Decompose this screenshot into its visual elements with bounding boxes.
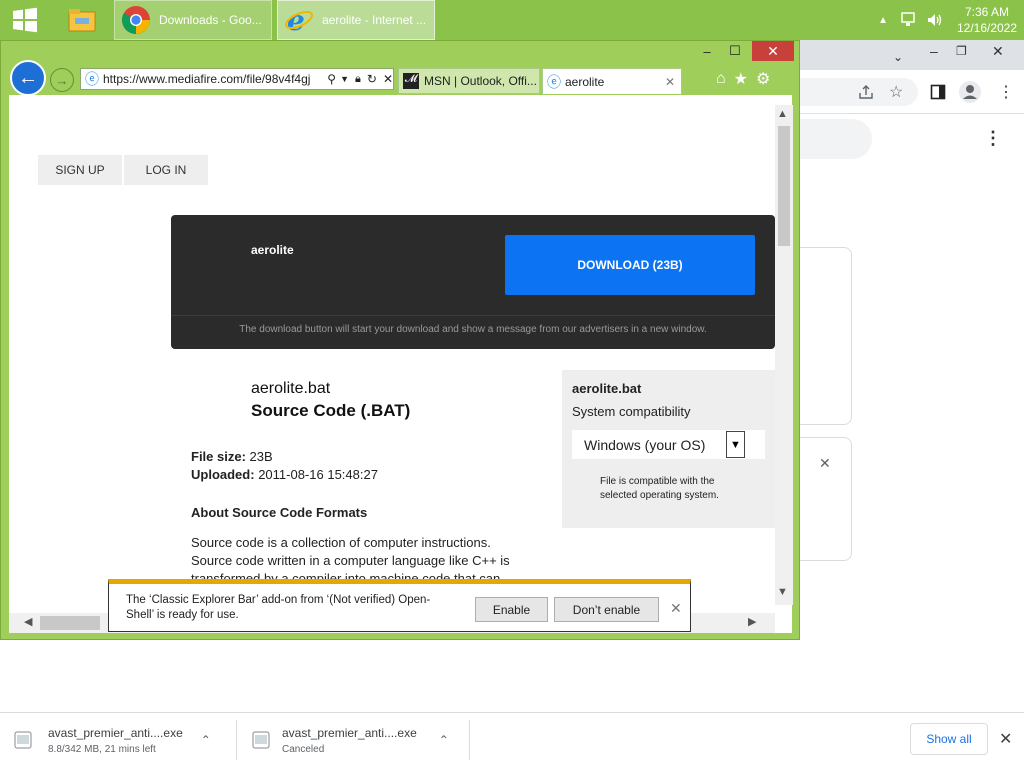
- tray-overflow-icon[interactable]: ▲: [878, 15, 888, 26]
- scroll-left-icon[interactable]: ◀: [24, 615, 32, 628]
- taskbar-internet-explorer[interactable]: e aerolite - Internet ...: [277, 0, 435, 40]
- windows-logo-icon: [13, 7, 37, 33]
- clock[interactable]: 7:36 AM 12/16/2022: [950, 4, 1024, 36]
- downloads-more-icon[interactable]: ⋮: [984, 128, 1002, 149]
- chrome-menu-icon[interactable]: ⋮: [998, 82, 1014, 102]
- uploaded-row: Uploaded: 2011-08-16 15:48:27: [191, 467, 378, 482]
- close-notification-icon[interactable]: ✕: [670, 600, 684, 616]
- taskbar-ie-label: aerolite - Internet ...: [322, 13, 427, 27]
- chrome-tab-strip: [798, 40, 1024, 70]
- ie-tab-aerolite[interactable]: ⓔ aerolite ✕: [542, 68, 682, 94]
- chrome-minimize-button[interactable]: –: [930, 43, 938, 59]
- exe-file-icon: [252, 731, 270, 749]
- remove-download-icon[interactable]: ✕: [819, 455, 831, 472]
- sign-up-button[interactable]: SIGN UP: [38, 155, 122, 185]
- clock-time: 7:36 AM: [964, 5, 1010, 19]
- lock-icon[interactable]: 🔒︎: [355, 73, 361, 86]
- scroll-up-icon[interactable]: ▲: [777, 108, 788, 120]
- log-in-button[interactable]: LOG IN: [124, 155, 208, 185]
- enable-button[interactable]: Enable: [475, 597, 548, 622]
- stop-icon[interactable]: ✕: [383, 72, 393, 86]
- folder-icon: [68, 9, 96, 32]
- back-button[interactable]: ←: [10, 60, 46, 96]
- ie-minimize-button[interactable]: –: [692, 41, 722, 61]
- ie-maximize-button[interactable]: ☐: [720, 41, 750, 61]
- favorites-star-icon[interactable]: ★: [734, 69, 748, 89]
- ie-toolbar: ⌂ ★ ⚙: [716, 68, 770, 90]
- download-status: 8.8/342 MB, 21 mins left: [48, 743, 156, 755]
- notification-text: The ‘Classic Explorer Bar’ add-on from ‘…: [126, 594, 431, 621]
- share-icon[interactable]: [858, 84, 874, 100]
- ie-tab-label: MSN | Outlook, Offi...: [424, 74, 537, 88]
- internet-explorer-icon: e: [285, 5, 313, 35]
- horizontal-scroll-thumb[interactable]: [40, 616, 100, 630]
- uploaded-value: 2011-08-16 15:48:27: [258, 467, 378, 482]
- file-name: aerolite.bat: [251, 380, 331, 397]
- refresh-icon[interactable]: ↻: [367, 72, 377, 86]
- close-shelf-icon[interactable]: ✕: [999, 729, 1012, 749]
- download-filename: avast_premier_anti....exe: [282, 725, 417, 740]
- scroll-right-icon[interactable]: ▶: [748, 615, 756, 628]
- vertical-scroll-thumb[interactable]: [778, 126, 790, 246]
- chrome-tab-search-icon[interactable]: ⌄: [893, 50, 903, 64]
- home-icon[interactable]: ⌂: [716, 70, 726, 88]
- file-type: Source Code (.BAT): [251, 401, 411, 420]
- compat-file-name: aerolite.bat: [572, 381, 642, 396]
- file-size-label: File size:: [191, 449, 246, 464]
- download-item[interactable]: avast_premier_anti....exe Canceled ⌃: [252, 712, 468, 768]
- ie-close-button[interactable]: ✕: [752, 41, 794, 61]
- address-url: https://www.mediafire.com/file/98v4f4gj: [103, 72, 311, 86]
- chrome-close-button[interactable]: ✕: [992, 43, 1004, 60]
- divider: [469, 720, 470, 760]
- scroll-down-icon[interactable]: ▼: [777, 586, 788, 598]
- compat-label: System compatibility: [572, 404, 691, 419]
- download-file-title: aerolite: [251, 243, 294, 257]
- download-button[interactable]: DOWNLOAD (23B): [505, 235, 755, 295]
- downloads-search-bar[interactable]: [798, 119, 872, 159]
- os-select-value: Windows (your OS): [584, 436, 706, 453]
- file-size-value: 23B: [249, 449, 273, 464]
- chevron-down-icon[interactable]: ▼: [726, 431, 745, 458]
- bookmark-star-icon[interactable]: ☆: [889, 82, 903, 102]
- profile-avatar-icon[interactable]: [958, 80, 982, 104]
- download-status: Canceled: [282, 743, 325, 755]
- download-filename: avast_premier_anti....exe: [48, 725, 183, 740]
- download-item[interactable]: avast_premier_anti....exe 8.8/342 MB, 21…: [14, 712, 234, 768]
- divider: [171, 315, 775, 316]
- dont-enable-button[interactable]: Don’t enable: [554, 597, 659, 622]
- compat-note: File is compatible with the selected ope…: [600, 476, 719, 501]
- ie-tab-msn[interactable]: 𝓜 MSN | Outlook, Offi...: [398, 68, 540, 94]
- exe-file-icon: [14, 731, 32, 749]
- taskbar-chrome[interactable]: Downloads - Goo...: [114, 0, 272, 40]
- address-bar[interactable]: ⓔ https://www.mediafire.com/file/98v4f4g…: [80, 68, 394, 90]
- ie-site-icon: ⓔ: [85, 71, 99, 87]
- ie-page-icon: ⓔ: [547, 73, 561, 90]
- system-tray: ▲ 7:36 AM 12/16/2022: [878, 0, 1024, 40]
- divider: [236, 720, 237, 760]
- forward-button[interactable]: →: [50, 68, 74, 92]
- address-dropdown-icon[interactable]: ▼: [340, 74, 349, 84]
- chrome-icon: [122, 6, 150, 34]
- uploaded-label: Uploaded:: [191, 467, 255, 482]
- about-heading: About Source Code Formats: [191, 505, 368, 520]
- download-note: The download button will start your down…: [239, 324, 707, 335]
- chevron-up-icon[interactable]: ⌃: [439, 733, 449, 747]
- file-size-row: File size: 23B: [191, 449, 273, 464]
- show-all-button[interactable]: Show all: [910, 723, 988, 755]
- side-panel-icon[interactable]: [930, 84, 946, 100]
- settings-gear-icon[interactable]: ⚙: [756, 69, 770, 89]
- close-tab-icon[interactable]: ✕: [665, 75, 675, 89]
- search-icon[interactable]: ⚲: [327, 72, 336, 86]
- taskbar-chrome-label: Downloads - Goo...: [159, 13, 262, 27]
- taskbar-file-explorer[interactable]: [56, 0, 108, 40]
- download-card: [798, 247, 852, 425]
- chrome-restore-button[interactable]: ❐: [956, 44, 967, 58]
- volume-icon[interactable]: [926, 12, 944, 28]
- msn-icon: 𝓜: [403, 73, 419, 89]
- start-button[interactable]: [0, 0, 50, 40]
- clock-date: 12/16/2022: [956, 21, 1018, 35]
- ie-tab-label: aerolite: [565, 74, 605, 89]
- chevron-up-icon[interactable]: ⌃: [201, 733, 211, 747]
- network-icon[interactable]: [900, 12, 918, 28]
